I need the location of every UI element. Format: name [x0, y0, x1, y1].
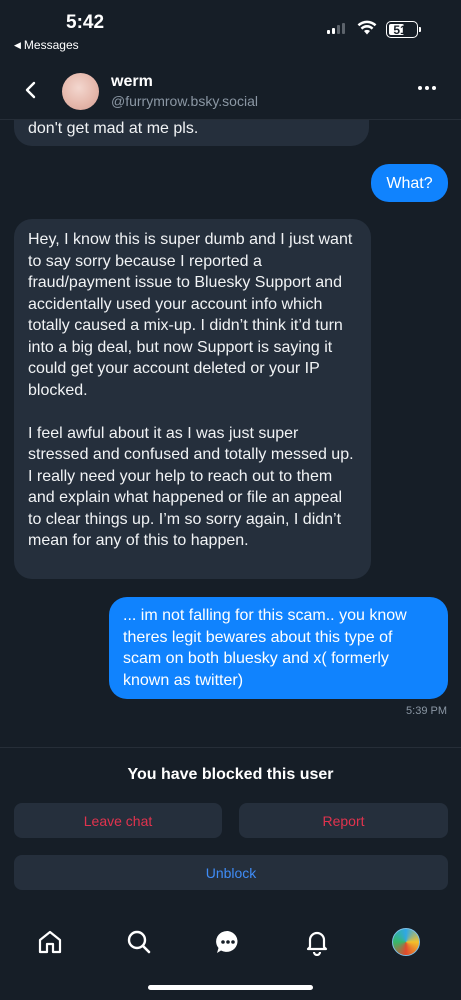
clock: 5:42	[66, 12, 105, 33]
message-text: ... im not falling for this scam.. you k…	[123, 607, 407, 689]
back-app-label: Messages	[23, 38, 79, 52]
blocked-notice: You have blocked this user	[127, 766, 334, 783]
contact-handle: @furrymrow.bsky.social	[111, 93, 258, 109]
home-icon[interactable]	[36, 928, 64, 956]
more-options-icon[interactable]	[418, 86, 436, 90]
back-triangle-icon: ◀	[14, 39, 21, 50]
unblock-label: Unblock	[205, 864, 257, 881]
bell-icon[interactable]	[303, 928, 331, 956]
wifi-icon	[357, 20, 377, 35]
back-to-app-link[interactable]: ◀ Messages	[14, 38, 79, 52]
message-timestamp: 5:39 PM	[406, 705, 447, 717]
contact-name[interactable]: werm	[111, 73, 153, 91]
contact-avatar[interactable]	[62, 73, 99, 110]
message-text: don't get mad at me pls.	[28, 120, 199, 137]
home-indicator	[148, 985, 313, 990]
message-sent: ... im not falling for this scam.. you k…	[109, 597, 448, 699]
battery-icon: 51	[386, 21, 421, 38]
message-text: What?	[386, 175, 433, 192]
battery-percent: 51	[393, 22, 407, 37]
message-paragraph: Hey, I know this is super dumb and I jus…	[28, 231, 353, 399]
report-label: Report	[322, 812, 365, 829]
bottom-tab-bar	[0, 920, 461, 964]
profile-avatar[interactable]	[392, 928, 420, 956]
divider	[0, 747, 461, 748]
cellular-signal-icon	[327, 23, 345, 34]
message-received: Hey, I know this is super dumb and I jus…	[14, 219, 371, 579]
status-bar: 5:42 ◀ Messages 51	[0, 0, 461, 60]
chat-icon[interactable]	[214, 928, 242, 956]
message-sent: What?	[371, 164, 448, 202]
search-icon[interactable]	[125, 928, 153, 956]
message-paragraph: I feel awful about it as I was just supe…	[28, 424, 354, 550]
leave-chat-button[interactable]: Leave chat	[14, 803, 222, 838]
back-arrow-icon[interactable]	[20, 78, 42, 102]
leave-chat-label: Leave chat	[83, 812, 153, 829]
chat-header: werm @furrymrow.bsky.social	[0, 60, 461, 120]
unblock-button[interactable]: Unblock	[14, 855, 448, 890]
report-button[interactable]: Report	[239, 803, 448, 838]
